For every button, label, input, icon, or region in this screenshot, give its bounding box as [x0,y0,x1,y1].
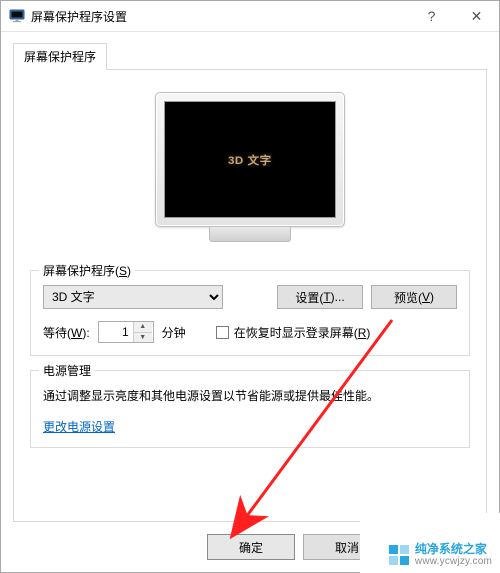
ok-button[interactable]: 确定 [207,534,295,560]
wait-spin-up[interactable]: ▲ [134,322,152,333]
watermark-line2: www.ycwjzy.com [415,556,492,567]
watermark-line1: 纯净系统之家 [415,543,492,556]
resume-logon-label: 在恢复时显示登录屏幕(R) [234,324,371,341]
wait-spin-down[interactable]: ▼ [134,333,152,343]
change-power-link[interactable]: 更改电源设置 [43,420,115,434]
checkbox-box [216,326,229,339]
power-group: 电源管理 通过调整显示亮度和其他电源设置以节省能源或提供最佳性能。 更改电源设置 [30,370,470,448]
watermark: 纯净系统之家 www.ycwjzy.com [383,537,500,573]
tab-screensaver[interactable]: 屏幕保护程序 [13,43,107,70]
watermark-text: 纯净系统之家 www.ycwjzy.com [415,543,492,567]
wait-label: 等待(W): [43,324,90,341]
settings-button[interactable]: 设置(T)... [277,285,363,309]
preview-screen-text: 3D 文字 [228,152,272,168]
screensaver-group-label: 屏幕保护程序(S) [39,262,135,279]
wait-input[interactable] [99,322,133,342]
screensaver-select[interactable]: 3D 文字 [43,285,223,309]
wait-spinner[interactable]: ▲ ▼ [98,321,154,343]
titlebar: 屏幕保护程序设置 ? ✕ [1,1,499,32]
wait-unit: 分钟 [162,324,186,341]
help-button[interactable]: ? [409,1,454,31]
screensaver-group: 屏幕保护程序(S) 3D 文字 设置(T)... 预览(V) 等待(W): [30,270,470,356]
preview-monitor: 3D 文字 [155,92,345,242]
tabstrip: 屏幕保护程序 [1,32,499,69]
watermark-logo-icon [389,545,409,565]
power-group-label: 电源管理 [39,362,95,379]
monitor-screen: 3D 文字 [164,101,336,218]
window-title: 屏幕保护程序设置 [31,8,409,25]
tab-panel: 3D 文字 屏幕保护程序(S) 3D 文字 设置(T)... 预览(V) [13,69,487,522]
preview-button[interactable]: 预览(V) [371,285,457,309]
power-desc: 通过调整显示亮度和其他电源设置以节省能源或提供最佳性能。 [43,387,457,406]
preview-area: 3D 文字 [30,84,470,264]
app-icon [9,8,25,24]
screensaver-settings-window: 屏幕保护程序设置 ? ✕ 屏幕保护程序 3D 文字 屏幕保护程序(S) [0,0,500,573]
resume-logon-checkbox[interactable]: 在恢复时显示登录屏幕(R) [216,324,371,341]
tab-label: 屏幕保护程序 [24,50,96,64]
monitor-stand [209,227,291,242]
close-button[interactable]: ✕ [454,1,499,31]
monitor-frame: 3D 文字 [155,92,345,227]
